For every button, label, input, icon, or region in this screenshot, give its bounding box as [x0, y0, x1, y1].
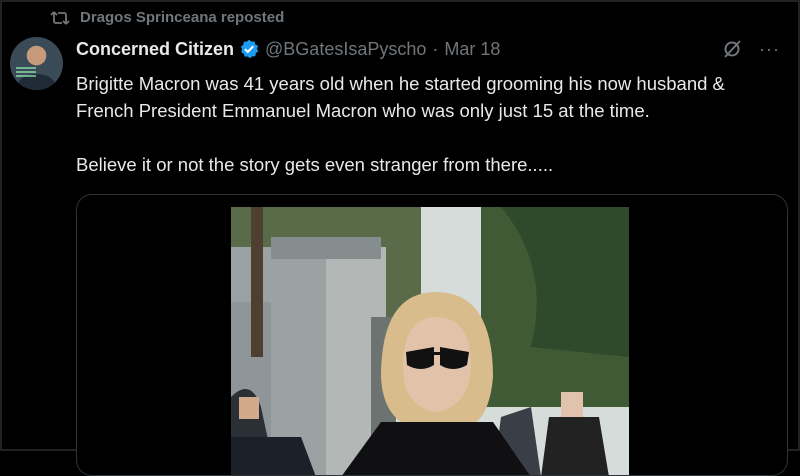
post-paragraph: Brigitte Macron was 41 years old when he… — [76, 73, 725, 121]
verified-badge-icon[interactable] — [239, 39, 259, 59]
repost-label: Dragos Sprinceana reposted — [80, 9, 285, 26]
separator-dot: · — [432, 38, 439, 59]
header-actions: ··· — [721, 38, 780, 60]
grok-icon[interactable] — [721, 38, 743, 60]
repost-icon — [50, 10, 70, 26]
video-player[interactable] — [231, 207, 629, 475]
post-date[interactable]: Mar 18 — [444, 39, 500, 60]
avatar[interactable] — [10, 37, 63, 90]
post-header: Concerned Citizen @BGatesIsaPyscho · Mar… — [76, 38, 780, 60]
avatar-overlay — [16, 67, 36, 77]
author-name[interactable]: Concerned Citizen — [76, 39, 234, 60]
post-paragraph: Believe it or not the story gets even st… — [76, 154, 554, 175]
author-handle[interactable]: @BGatesIsaPyscho — [265, 39, 426, 60]
media-card[interactable] — [76, 194, 788, 476]
post-text: Brigitte Macron was 41 years old when he… — [76, 70, 786, 178]
repost-indicator[interactable]: Dragos Sprinceana reposted — [50, 9, 284, 26]
more-icon[interactable]: ··· — [759, 39, 780, 60]
video-frame — [231, 207, 629, 475]
